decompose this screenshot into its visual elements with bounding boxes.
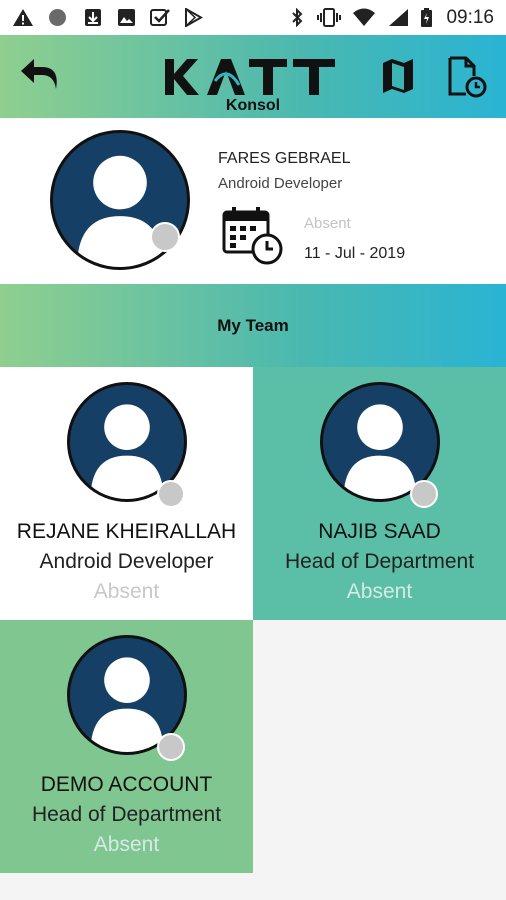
profile-role: Android Developer <box>218 175 343 192</box>
member-avatar <box>67 635 187 761</box>
warning-icon <box>13 9 33 26</box>
circle-icon <box>49 9 66 26</box>
app-header: Konsol <box>0 35 506 118</box>
battery-icon <box>421 8 432 27</box>
member-role: Android Developer <box>39 550 214 573</box>
member-avatar <box>67 382 187 508</box>
image-icon <box>118 9 135 26</box>
member-name: DEMO ACCOUNT <box>40 773 213 796</box>
status-indicator <box>150 222 180 252</box>
member-name: NAJIB SAAD <box>318 520 441 543</box>
member-role: Head of Department <box>284 550 475 573</box>
team-title: My Team <box>217 316 289 335</box>
member-avatar <box>320 382 440 508</box>
wifi-icon <box>353 8 375 26</box>
member-status: Absent <box>346 580 413 603</box>
profile-card: FARES GEBRAEL Android Developer Absent 1… <box>0 118 506 284</box>
member-role: Head of Department <box>31 803 222 826</box>
app-logo <box>165 59 335 95</box>
status-time: 09:16 <box>446 7 494 28</box>
status-indicator <box>157 733 185 761</box>
map-icon[interactable] <box>381 57 415 95</box>
status-indicator <box>410 480 438 508</box>
profile-avatar <box>50 130 190 270</box>
member-status: Absent <box>93 833 160 856</box>
profile-name: FARES GEBRAEL <box>218 150 351 167</box>
check-icon <box>150 9 170 26</box>
back-icon[interactable] <box>18 55 62 95</box>
team-member-tile[interactable]: DEMO ACCOUNT Head of Department Absent <box>0 620 253 873</box>
profile-date: 11 - Jul - 2019 <box>304 245 406 262</box>
status-bar: 09:16 <box>0 0 506 35</box>
team-header: My Team <box>0 284 506 367</box>
download-icon <box>85 9 101 26</box>
member-status: Absent <box>93 580 160 603</box>
signal-icon <box>389 9 408 26</box>
calendar-clock-icon <box>222 207 283 265</box>
bluetooth-icon <box>292 8 303 27</box>
vibrate-icon <box>317 8 341 27</box>
profile-status: Absent <box>304 215 351 232</box>
status-indicator <box>157 480 185 508</box>
play-store-icon <box>185 8 203 27</box>
team-member-tile[interactable]: NAJIB SAAD Head of Department Absent <box>253 367 506 620</box>
history-icon[interactable] <box>446 56 488 98</box>
team-member-tile[interactable]: REJANE KHEIRALLAH Android Developer Abse… <box>0 367 253 620</box>
member-name: REJANE KHEIRALLAH <box>16 520 237 543</box>
app-subtitle: Konsol <box>225 97 281 114</box>
